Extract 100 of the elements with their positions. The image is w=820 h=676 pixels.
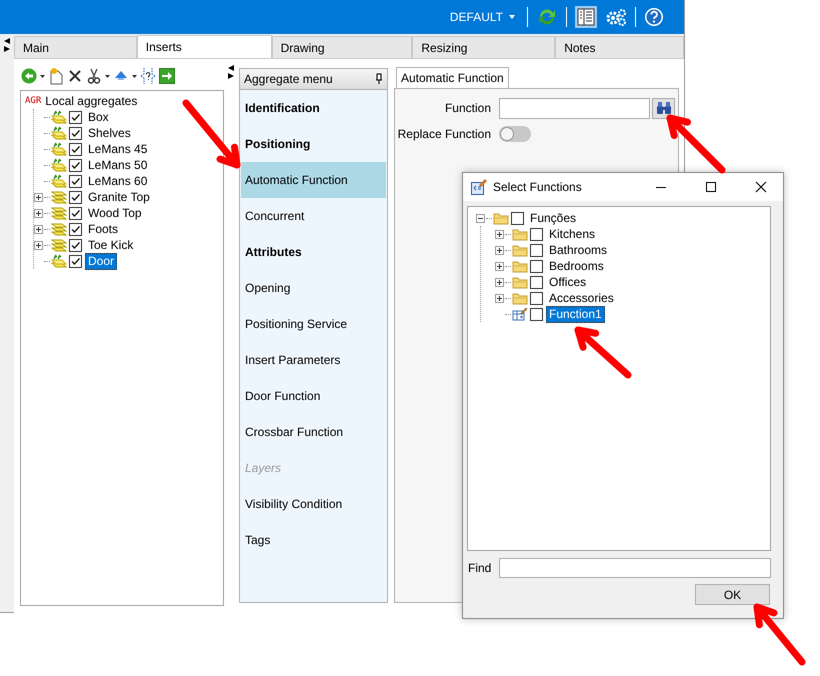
table-pencil-icon xyxy=(512,307,528,321)
folder-icon xyxy=(512,291,528,305)
tree-item-label[interactable]: LeMans 60 xyxy=(85,172,150,190)
tab[interactable]: Notes xyxy=(555,36,684,58)
toggle-switch[interactable] xyxy=(499,126,531,142)
tree-item-label[interactable]: Shelves xyxy=(85,124,134,142)
checkbox[interactable] xyxy=(69,126,82,140)
menu-item[interactable]: Positioning xyxy=(241,126,386,162)
collapse-toggle[interactable] xyxy=(476,214,485,222)
tree-item-label[interactable]: Function1 xyxy=(546,306,605,322)
function-field[interactable] xyxy=(499,98,650,118)
tree-item-label[interactable]: LeMans 50 xyxy=(85,156,150,174)
checkbox[interactable] xyxy=(530,292,543,304)
annotation-arrow xyxy=(666,114,726,174)
expand-toggle[interactable] xyxy=(34,224,43,234)
delete-icon[interactable] xyxy=(67,68,83,84)
board-icon xyxy=(51,110,67,124)
settings-icon[interactable] xyxy=(605,7,627,27)
field-label: Function xyxy=(444,101,491,115)
expand-toggle[interactable] xyxy=(495,230,504,238)
folder-icon xyxy=(512,227,528,241)
ok-button[interactable]: OK xyxy=(695,584,770,605)
menu-item[interactable]: Insert Parameters xyxy=(241,342,386,378)
checkbox[interactable] xyxy=(69,158,82,172)
checkbox[interactable] xyxy=(530,276,543,288)
checkbox[interactable] xyxy=(530,260,543,272)
checkbox[interactable] xyxy=(69,190,82,204)
help-icon[interactable] xyxy=(644,7,664,27)
tree-item-label[interactable]: Funções xyxy=(527,210,580,226)
board-icon xyxy=(51,158,67,172)
tree-item-label[interactable]: Foots xyxy=(85,220,122,238)
menu-item[interactable]: Crossbar Function xyxy=(241,414,386,450)
menu-item[interactable]: Identification xyxy=(241,90,386,126)
dotted-brackets-icon[interactable] xyxy=(140,67,156,85)
menu-item[interactable]: Tags xyxy=(241,522,386,558)
tab[interactable]: Inserts xyxy=(136,35,272,58)
menu-item[interactable]: Positioning Service xyxy=(241,306,386,342)
checkbox[interactable] xyxy=(69,110,82,124)
checkbox[interactable] xyxy=(530,244,543,256)
caret-icon[interactable] xyxy=(105,74,110,78)
expand-toggle[interactable] xyxy=(34,208,43,218)
checkbox[interactable] xyxy=(69,142,82,156)
checkbox[interactable] xyxy=(530,308,543,320)
tree-item-label[interactable]: Kitchens xyxy=(546,226,598,242)
tree-item-label[interactable]: Toe Kick xyxy=(85,236,136,254)
tab[interactable]: Resizing xyxy=(412,36,556,58)
scissors-icon[interactable] xyxy=(86,68,102,84)
panel-arrows-icon[interactable] xyxy=(2,37,11,53)
new-document-icon[interactable] xyxy=(48,67,64,85)
tree-item-label[interactable]: Box xyxy=(85,108,112,126)
menu-item[interactable]: Concurrent xyxy=(241,198,386,234)
close-icon[interactable] xyxy=(755,181,767,193)
menu-item[interactable]: Door Function xyxy=(241,378,386,414)
dialog-title: Select Functions xyxy=(493,180,583,194)
tree-item-label[interactable]: LeMans 45 xyxy=(85,140,150,158)
expand-toggle[interactable] xyxy=(495,294,504,302)
expand-toggle[interactable] xyxy=(495,246,504,254)
checkbox[interactable] xyxy=(69,238,82,252)
board-icon xyxy=(51,254,67,268)
profile-dropdown[interactable]: DEFAULT xyxy=(446,5,519,29)
menu-item[interactable]: Automatic Function xyxy=(241,162,386,198)
maximize-icon[interactable] xyxy=(705,181,717,193)
app-icon xyxy=(471,179,487,195)
tab[interactable]: Drawing xyxy=(272,36,412,58)
field-label: Replace Function xyxy=(396,127,491,141)
expand-toggle[interactable] xyxy=(34,240,43,250)
checkbox[interactable] xyxy=(69,206,82,220)
tree-item-label[interactable]: Bathrooms xyxy=(546,242,610,258)
panel-arrows-icon[interactable] xyxy=(227,64,235,80)
tree-item-label[interactable]: Wood Top xyxy=(85,204,145,222)
search-button[interactable] xyxy=(652,98,675,118)
checkbox[interactable] xyxy=(69,222,82,236)
panel-layout-icon[interactable] xyxy=(575,6,597,28)
annotation-arrow xyxy=(574,326,632,378)
expand-toggle[interactable] xyxy=(495,262,504,270)
menu-item[interactable]: Attributes xyxy=(241,234,386,270)
find-field[interactable] xyxy=(499,558,771,578)
expand-toggle[interactable] xyxy=(495,278,504,286)
tree-item-label[interactable]: Bedrooms xyxy=(546,258,607,274)
checkbox[interactable] xyxy=(511,212,524,224)
agr-label: AGR xyxy=(25,96,42,106)
tree-item-label[interactable]: Accessories xyxy=(546,290,617,306)
menu-item[interactable]: Opening xyxy=(241,270,386,306)
checkbox[interactable] xyxy=(69,174,82,188)
stacked-boards-icon xyxy=(51,206,67,220)
caret-icon[interactable] xyxy=(132,74,137,78)
tree-item-label[interactable]: Granite Top xyxy=(85,188,153,206)
tab[interactable]: Main xyxy=(14,36,137,58)
menu-item[interactable]: Visibility Condition xyxy=(241,486,386,522)
stacked-boards-icon xyxy=(51,222,67,236)
checkbox[interactable] xyxy=(530,228,543,240)
pin-icon[interactable] xyxy=(375,73,383,85)
tree-root-label[interactable]: Local aggregates xyxy=(45,94,138,108)
caret-icon[interactable] xyxy=(40,74,45,78)
checkbox[interactable] xyxy=(69,254,82,268)
tab[interactable]: Automatic Function xyxy=(396,67,509,88)
expand-toggle[interactable] xyxy=(34,192,43,202)
tree-item-label[interactable]: Door xyxy=(85,252,118,270)
tree-item-label[interactable]: Offices xyxy=(546,274,590,290)
board-icon xyxy=(51,126,67,140)
